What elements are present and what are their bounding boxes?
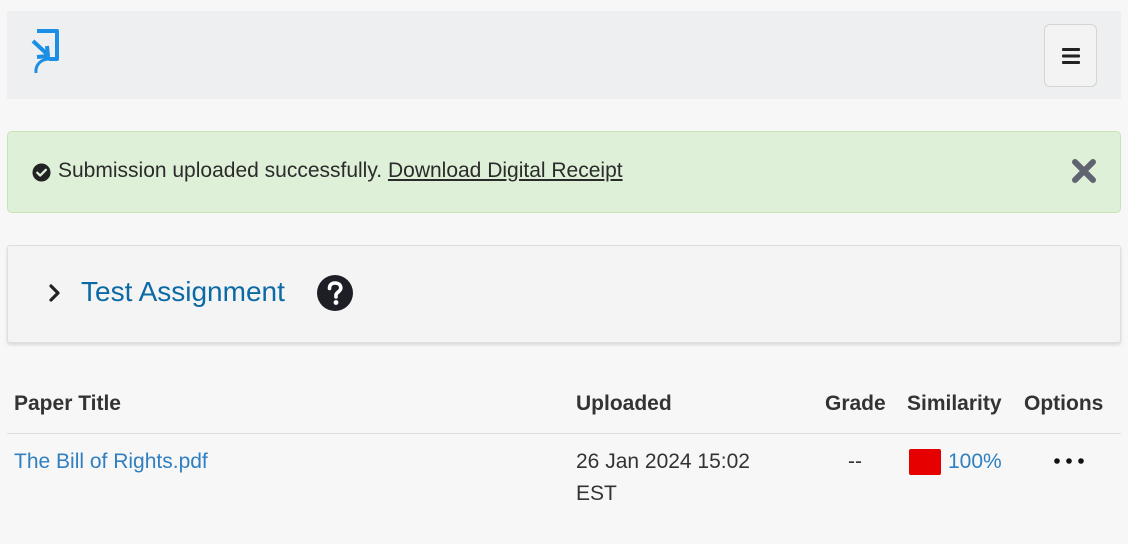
similarity-color-swatch[interactable] (909, 449, 941, 475)
top-navbar (7, 11, 1121, 99)
turnitin-arrow-logo-icon[interactable] (29, 27, 63, 77)
hamburger-menu-button[interactable] (1044, 24, 1097, 87)
column-header-options: Options (1024, 392, 1104, 415)
column-header-uploaded[interactable]: Uploaded (576, 392, 672, 416)
assignment-title[interactable]: Test Assignment (81, 276, 285, 308)
close-x-icon[interactable] (1070, 156, 1098, 186)
column-header-similarity[interactable]: Similarity (907, 392, 1002, 416)
download-digital-receipt-link[interactable]: Download Digital Receipt (388, 159, 623, 182)
success-alert: Submission uploaded successfully. Downlo… (7, 131, 1121, 213)
assignment-panel: Test Assignment (7, 245, 1121, 343)
alert-message: Submission uploaded successfully. Downlo… (58, 159, 623, 183)
column-header-grade[interactable]: Grade (825, 392, 886, 416)
table-header-divider (7, 433, 1121, 434)
question-circle-icon[interactable] (316, 274, 354, 312)
more-horizontal-icon[interactable] (1053, 456, 1085, 466)
alert-text: Submission uploaded successfully. (58, 159, 383, 182)
hamburger-menu-icon (1061, 47, 1080, 64)
uploaded-date: 26 Jan 2024 15:02 (576, 450, 750, 473)
paper-title-link[interactable]: The Bill of Rights.pdf (14, 450, 208, 474)
grade-value: -- (848, 450, 862, 473)
similarity-score-link[interactable]: 100% (948, 450, 1002, 474)
chevron-right-icon[interactable] (46, 282, 64, 304)
check-circle-icon (32, 163, 51, 182)
column-header-paper-title[interactable]: Paper Title (14, 392, 121, 416)
uploaded-timezone: EST (576, 482, 617, 505)
